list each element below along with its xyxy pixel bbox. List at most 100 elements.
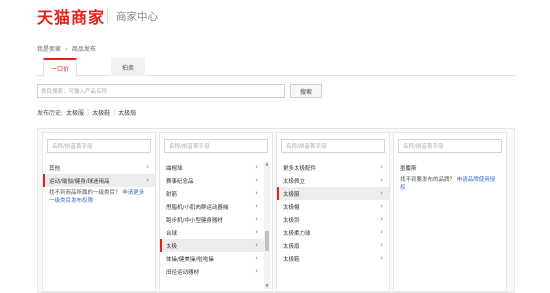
- list-item-label: 甩脂机/小肌肉群运动器械: [166, 204, 229, 211]
- chevron-right-icon: ›: [255, 163, 258, 171]
- category-list: 更多太极配件 › 太极佩立 › 太极服 › 太极帽 › 太极剑 › 太极柔力球 › 太极扇 ›…: [277, 161, 389, 265]
- chevron-right-icon: ›: [380, 163, 383, 171]
- breadcrumb: 我是卖家 › 商品发布: [37, 44, 96, 54]
- list-item-label: 墨麋斯: [400, 165, 417, 172]
- tmall-logo[interactable]: 天猫商家: [37, 4, 105, 28]
- chevron-right-icon: ›: [255, 176, 258, 184]
- column-search-input[interactable]: 名称/拼音首字母: [164, 139, 268, 153]
- category-search-input[interactable]: 类目搜索：可输入产品名称: [37, 84, 285, 98]
- tab-fixed-price[interactable]: 一口价: [43, 58, 77, 77]
- list-item[interactable]: 赛事纪念品 ›: [160, 174, 264, 187]
- chevron-right-icon: ›: [255, 202, 258, 210]
- chevron-right-icon: ›: [255, 215, 258, 223]
- chevron-right-icon: ›: [380, 228, 383, 236]
- list-item[interactable]: 太极扇 ›: [277, 239, 389, 252]
- list-item-label: 台球: [166, 230, 178, 237]
- scrollbar[interactable]: ▲ ▼: [264, 161, 270, 289]
- chevron-right-icon: ›: [380, 189, 383, 197]
- column-search-input[interactable]: 名称/拼音首字母: [281, 139, 385, 153]
- brand-hint: 找不到要发布的品牌？ 申请品牌使用授权: [394, 174, 506, 194]
- list-item-label: 太极剑: [283, 217, 300, 224]
- header: 天猫商家 商家中心: [0, 0, 550, 36]
- list-item-selected[interactable]: 运动/瑜伽/健身/球迷用品 ›: [43, 174, 155, 187]
- brand-list: 墨麋斯 找不到要发布的品牌？ 申请品牌使用授权: [394, 161, 506, 194]
- history-item[interactable]: 太极扇: [118, 108, 136, 117]
- category-search-button[interactable]: 搜索: [290, 84, 322, 98]
- category-column-level1: 名称/拼音首字母 其他 › 运动/瑜伽/健身/球迷用品 › 找不到商品所属的一级…: [42, 132, 156, 292]
- list-item[interactable]: 太极佩立 ›: [277, 174, 389, 187]
- category-column-level2: 名称/拼音首字母 曲棍球 › 赛事纪念品 › 射箭 › 甩脂机/小肌肉群运动器械 › 跑…: [159, 132, 273, 292]
- history-item[interactable]: 太极服: [66, 108, 84, 117]
- list-item-label: 太极: [166, 243, 178, 250]
- list-item-selected[interactable]: 太极服 ›: [277, 187, 389, 200]
- list-item-label: 射箭: [166, 191, 178, 198]
- list-item-label: 体操/健美操/啦啦操: [166, 256, 214, 263]
- list-item-label: 太极扇: [283, 243, 300, 250]
- list-item-label: 太极鞋: [283, 256, 300, 263]
- list-item[interactable]: 射箭 ›: [160, 187, 264, 200]
- list-item[interactable]: 太极柔力球 ›: [277, 226, 389, 239]
- list-item[interactable]: 更多太极配件 ›: [277, 161, 389, 174]
- breadcrumb-home[interactable]: 我是卖家: [37, 44, 61, 53]
- column-search-input[interactable]: 名称/拼音首字母: [398, 139, 502, 153]
- list-item-label: 运动/瑜伽/健身/球迷用品: [49, 178, 110, 185]
- chevron-right-icon: ›: [255, 228, 258, 236]
- logo-divider: [107, 9, 108, 23]
- tab-auction[interactable]: 拍卖: [111, 58, 145, 76]
- list-item-selected[interactable]: 太极 ›: [160, 239, 264, 252]
- category-list: 曲棍球 › 赛事纪念品 › 射箭 › 甩脂机/小肌肉群运动器械 › 跑步机/中小型健身器…: [160, 161, 264, 278]
- list-item[interactable]: 体操/健美操/啦啦操 ›: [160, 252, 264, 265]
- list-item[interactable]: 甩脂机/小肌肉群运动器械 ›: [160, 200, 264, 213]
- list-item-label: 田径运动器材: [166, 269, 200, 276]
- list-item-label: 更多太极配件: [283, 165, 317, 172]
- page-title: 商家中心: [116, 11, 158, 23]
- history-label: 发布历史:: [37, 110, 64, 117]
- page: 天猫商家 商家中心 我是卖家 › 商品发布 一口价 拍卖 类目搜索：可输入产品名…: [0, 0, 550, 293]
- breadcrumb-chevron-icon: ›: [65, 44, 68, 53]
- chevron-right-icon: ›: [255, 189, 258, 197]
- list-item-label: 太极服: [283, 191, 300, 198]
- chevron-right-icon: ›: [380, 215, 383, 223]
- list-item[interactable]: 太极剑 ›: [277, 213, 389, 226]
- chevron-right-icon: ›: [255, 267, 258, 275]
- list-item[interactable]: 墨麋斯: [394, 161, 506, 174]
- chevron-right-icon: ›: [255, 254, 258, 262]
- chevron-right-icon: ›: [380, 241, 383, 249]
- list-item[interactable]: 跑步机/中小型健身器材 ›: [160, 213, 264, 226]
- list-item-label: 太极佩立: [283, 178, 306, 185]
- column-search-input[interactable]: 名称/拼音首字母: [47, 139, 151, 153]
- list-item[interactable]: 太极鞋 ›: [277, 252, 389, 265]
- hint-text: 找不到商品所属的一级类目？: [49, 190, 121, 196]
- list-item[interactable]: 台球 ›: [160, 226, 264, 239]
- chevron-right-icon: ›: [146, 163, 149, 171]
- chevron-right-icon: ›: [380, 202, 383, 210]
- list-item[interactable]: 田径运动器材 ›: [160, 265, 264, 278]
- list-item-label: 赛事纪念品: [166, 178, 194, 185]
- category-hint: 找不到商品所属的一级类目？ 申请更多一级类目发布权限: [43, 187, 155, 207]
- list-item-label: 跑步机/中小型健身器材: [166, 217, 223, 224]
- category-column-level3: 名称/拼音首字母 更多太极配件 › 太极佩立 › 太极服 › 太极帽 › 太极剑 › 太极…: [276, 132, 390, 292]
- chevron-right-icon: ›: [255, 241, 258, 249]
- chevron-right-icon: ›: [380, 254, 383, 262]
- chevron-right-icon: ›: [380, 176, 383, 184]
- hint-text: 找不到要发布的品牌？: [400, 177, 456, 183]
- publish-history: 发布历史: 太极服 | 太极鞋 | 太极扇: [37, 108, 136, 117]
- list-item-label: 太极帽: [283, 204, 300, 211]
- list-item-label: 太极柔力球: [283, 230, 311, 237]
- brand-column: 名称/拼音首字母 墨麋斯 找不到要发布的品牌？ 申请品牌使用授权: [393, 132, 507, 292]
- list-item[interactable]: 太极帽 ›: [277, 200, 389, 213]
- chevron-right-icon: ›: [146, 176, 149, 184]
- history-separator: |: [87, 109, 90, 116]
- scroll-up-icon[interactable]: ▲: [264, 161, 270, 167]
- history-separator: |: [113, 109, 116, 116]
- scroll-thumb[interactable]: [265, 231, 269, 251]
- list-item-label: 曲棍球: [166, 165, 183, 172]
- breadcrumb-current: 商品发布: [71, 46, 96, 53]
- category-list: 其他 › 运动/瑜伽/健身/球迷用品 › 找不到商品所属的一级类目？ 申请更多一…: [43, 161, 155, 207]
- scroll-down-icon[interactable]: ▼: [264, 283, 270, 289]
- tab-bar: 一口价 拍卖: [37, 58, 515, 77]
- list-item[interactable]: 其他 ›: [43, 161, 155, 174]
- list-item-label: 其他: [49, 165, 61, 172]
- history-item[interactable]: 太极鞋: [92, 108, 110, 117]
- list-item[interactable]: 曲棍球 ›: [160, 161, 264, 174]
